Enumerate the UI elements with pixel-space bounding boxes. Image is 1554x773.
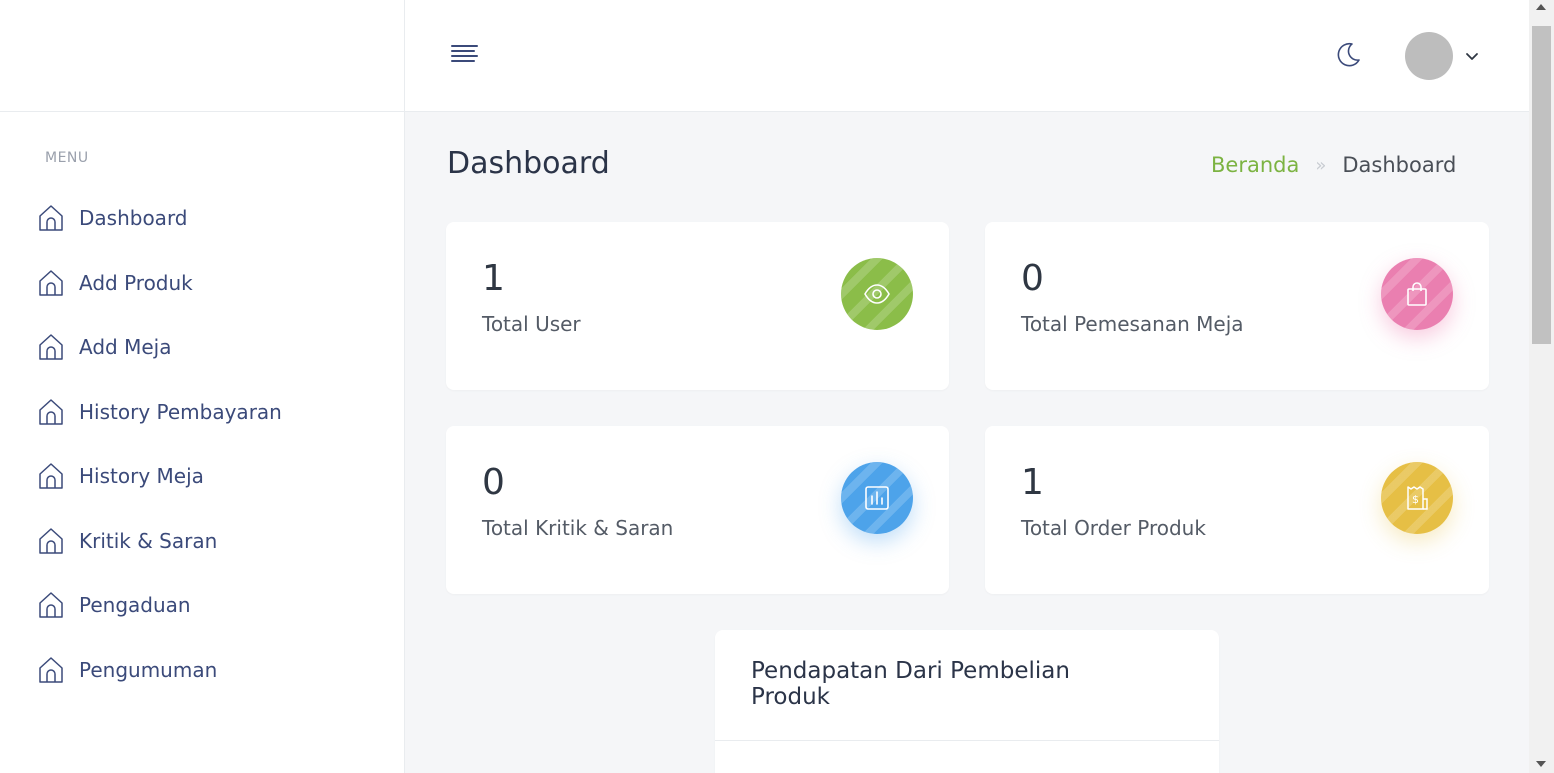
breadcrumb-current: Dashboard bbox=[1342, 153, 1457, 177]
sidebar-item-dashboard[interactable]: Dashboard bbox=[0, 186, 405, 251]
sidebar-item-add-produk[interactable]: Add Produk bbox=[0, 251, 405, 316]
sidebar-item-pengumuman[interactable]: Pengumuman bbox=[0, 638, 405, 703]
sidebar-logo-area bbox=[0, 0, 404, 112]
sidebar-item-history-pembayaran[interactable]: History Pembayaran bbox=[0, 380, 405, 445]
stat-label: Total User bbox=[482, 312, 581, 336]
chart-card-title: Pendapatan Dari Pembelian Produk bbox=[751, 658, 1070, 710]
sidebar-menu: Dashboard Add Produk Add Meja History Pemba… bbox=[0, 186, 405, 702]
home-icon bbox=[38, 333, 64, 361]
sidebar-item-label: Pengaduan bbox=[79, 593, 191, 618]
moon-icon[interactable] bbox=[1333, 40, 1363, 70]
stat-card-total-kritik-saran: 0 Total Kritik & Saran bbox=[446, 426, 949, 594]
sidebar-item-pengaduan[interactable]: Pengaduan bbox=[0, 573, 405, 638]
avatar[interactable] bbox=[1405, 32, 1453, 80]
breadcrumb-separator: » bbox=[1315, 154, 1327, 176]
menu-title: MENU bbox=[45, 150, 89, 166]
home-icon bbox=[38, 204, 64, 232]
chart-card-pendapatan: Pendapatan Dari Pembelian Produk bbox=[715, 630, 1219, 773]
shopping-bag-icon bbox=[1381, 258, 1453, 330]
receipt-icon: $ bbox=[1381, 462, 1453, 534]
scroll-thumb[interactable] bbox=[1532, 26, 1551, 344]
stat-value: 1 bbox=[1021, 462, 1044, 503]
sidebar-item-label: Kritik & Saran bbox=[79, 528, 218, 553]
sidebar-item-label: Add Produk bbox=[79, 270, 193, 295]
breadcrumb: Beranda » Dashboard bbox=[1211, 153, 1456, 177]
eye-icon bbox=[841, 258, 913, 330]
sidebar-item-label: History Meja bbox=[79, 464, 204, 489]
card-divider bbox=[715, 740, 1219, 741]
home-icon bbox=[38, 269, 64, 297]
home-icon bbox=[38, 527, 64, 555]
sidebar-item-kritik-saran[interactable]: Kritik & Saran bbox=[0, 509, 405, 574]
sidebar-item-label: Dashboard bbox=[79, 206, 188, 231]
stat-card-total-user: 1 Total User bbox=[446, 222, 949, 390]
sidebar-item-add-meja[interactable]: Add Meja bbox=[0, 315, 405, 380]
stat-label: Total Pemesanan Meja bbox=[1021, 312, 1244, 336]
chevron-down-icon[interactable] bbox=[1465, 48, 1479, 62]
scroll-down-arrow-icon[interactable] bbox=[1536, 761, 1546, 767]
hamburger-icon[interactable] bbox=[450, 43, 480, 67]
sidebar-item-label: Pengumuman bbox=[79, 657, 218, 682]
sidebar-item-label: History Pembayaran bbox=[79, 399, 282, 424]
stat-value: 0 bbox=[1021, 258, 1044, 299]
breadcrumb-home-link[interactable]: Beranda bbox=[1211, 153, 1299, 177]
top-bar bbox=[405, 0, 1529, 112]
bar-chart-icon bbox=[841, 462, 913, 534]
home-icon bbox=[38, 656, 64, 684]
stat-label: Total Order Produk bbox=[1021, 516, 1206, 540]
app-window: MENU Dashboard Add Produk Add Meja History … bbox=[0, 0, 1554, 773]
home-icon bbox=[38, 591, 64, 619]
stat-label: Total Kritik & Saran bbox=[482, 516, 674, 540]
sidebar-item-history-meja[interactable]: History Meja bbox=[0, 444, 405, 509]
home-icon bbox=[38, 462, 64, 490]
svg-text:$: $ bbox=[1412, 493, 1419, 506]
sidebar-item-label: Add Meja bbox=[79, 335, 172, 360]
sidebar: MENU Dashboard Add Produk Add Meja History … bbox=[0, 0, 405, 773]
stat-value: 0 bbox=[482, 462, 505, 503]
page-title: Dashboard bbox=[447, 146, 610, 181]
scroll-up-arrow-icon[interactable] bbox=[1536, 4, 1546, 10]
scrollbar[interactable] bbox=[1529, 0, 1554, 773]
stat-value: 1 bbox=[482, 258, 505, 299]
stat-card-total-order-produk: 1 Total Order Produk $ bbox=[985, 426, 1489, 594]
home-icon bbox=[38, 398, 64, 426]
stat-card-total-pemesanan-meja: 0 Total Pemesanan Meja bbox=[985, 222, 1489, 390]
